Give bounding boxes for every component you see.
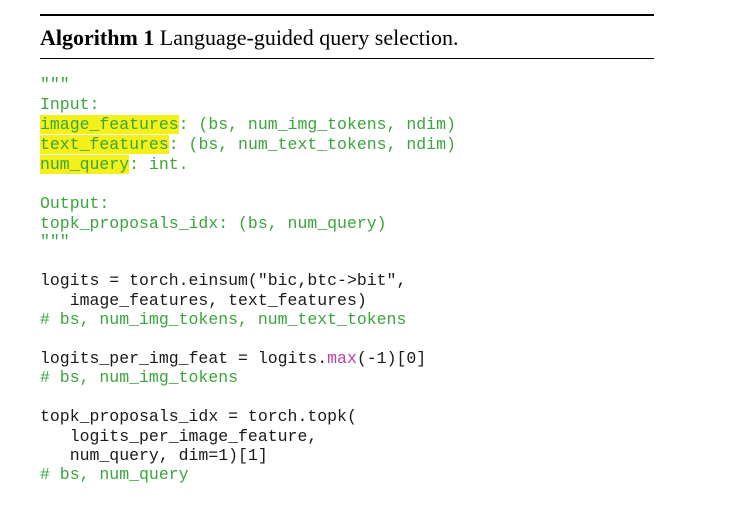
algorithm-label: Algorithm 1: [40, 25, 155, 50]
algorithm-block: Algorithm 1 Language-guided query select…: [40, 0, 654, 491]
output-line: topk_proposals_idx: (bs, num_query): [40, 214, 387, 233]
output-header: Output:: [40, 194, 110, 213]
highlighted-param: num_query: [40, 155, 130, 174]
input-line-image-features: image_features: (bs, num_img_tokens, ndi…: [40, 115, 456, 135]
code-topk-line3: num_query, dim=1)[1]: [40, 446, 268, 465]
comment-lpif: # bs, num_img_tokens: [40, 368, 239, 387]
input-line-num-query: num_query: int.: [40, 155, 189, 175]
param-type: : int.: [129, 155, 189, 174]
algorithm-caption: Algorithm 1 Language-guided query select…: [40, 23, 458, 53]
param-type: : (bs, num_img_tokens, ndim): [178, 115, 456, 134]
algorithm-title: Language-guided query selection.: [159, 25, 459, 50]
docstring-open: """: [40, 75, 70, 94]
comment-topk: # bs, num_query: [40, 465, 189, 484]
input-line-text-features: text_features: (bs, num_text_tokens, ndi…: [40, 135, 456, 155]
code-logits-per-img-feat: logits_per_img_feat = logits.max(-1)[0]: [40, 349, 426, 369]
code-topk-line2: logits_per_image_feature,: [40, 427, 318, 446]
docstring-close: """: [40, 232, 70, 251]
top-rule: [40, 14, 654, 16]
code-text: logits_per_img_feat = logits.: [40, 349, 328, 368]
input-header: Input:: [40, 95, 100, 114]
builtin-function: max: [327, 349, 357, 368]
code-logits-line2: image_features, text_features): [40, 291, 367, 310]
code-text: (-1)[0]: [356, 349, 427, 368]
code-logits-line1: logits = torch.einsum("bic,btc->bit",: [40, 271, 407, 290]
highlighted-param: text_features: [40, 135, 169, 154]
code-listing: """ Input: image_features: (bs, num_img_…: [40, 75, 456, 512]
comment-logits: # bs, num_img_tokens, num_text_tokens: [40, 310, 407, 329]
param-type: : (bs, num_text_tokens, ndim): [168, 135, 456, 154]
code-topk-line1: topk_proposals_idx = torch.topk(: [40, 407, 357, 426]
highlighted-param: image_features: [40, 115, 179, 134]
caption-rule: [40, 58, 654, 59]
